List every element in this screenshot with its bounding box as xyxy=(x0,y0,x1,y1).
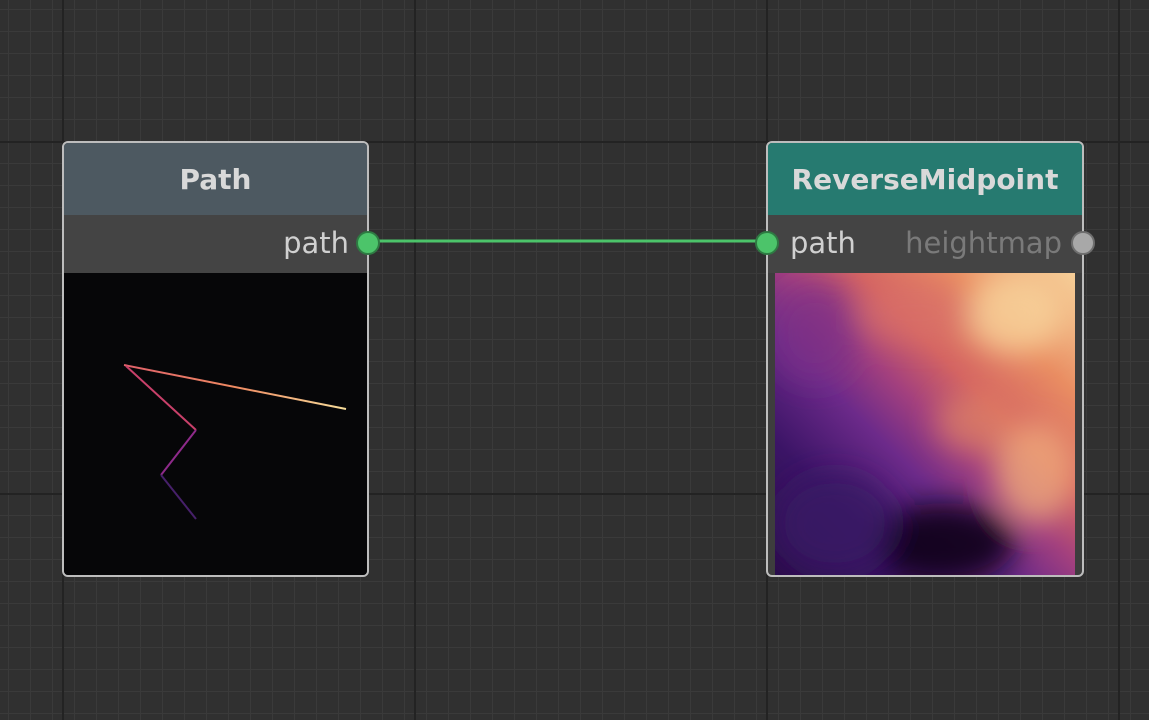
node-title: Path xyxy=(179,162,252,196)
path-node[interactable]: Path path xyxy=(62,141,380,577)
node-title: ReverseMidpoint xyxy=(791,162,1059,196)
port-row: path heightmap xyxy=(768,215,1082,273)
node-header[interactable]: Path xyxy=(64,143,367,215)
heightmap-preview-image xyxy=(775,273,1075,575)
reverse-midpoint-node[interactable]: ReverseMidpoint path heightmap xyxy=(755,141,1095,577)
reverse-midpoint-output-port[interactable] xyxy=(1071,231,1095,255)
input-port-label: path xyxy=(790,226,856,260)
output-port-label: path xyxy=(283,226,349,260)
output-port-label: heightmap xyxy=(905,226,1062,260)
node-header[interactable]: ReverseMidpoint xyxy=(768,143,1082,215)
path-output-port[interactable] xyxy=(356,231,380,255)
reverse-midpoint-input-port[interactable] xyxy=(755,231,779,255)
port-row: path xyxy=(64,215,367,273)
path-preview-image xyxy=(64,273,367,575)
node-graph-canvas[interactable]: Path path ReverseMidpoint path heightmap xyxy=(0,0,1149,720)
path-preview-drawing xyxy=(123,364,347,520)
heightmap-preview-drawing xyxy=(775,273,1075,575)
